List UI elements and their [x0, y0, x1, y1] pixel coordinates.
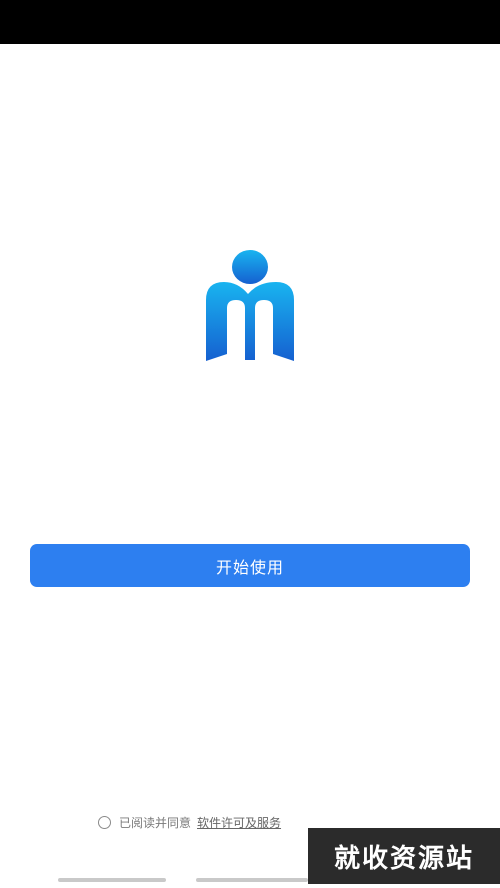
bottom-indicator-left	[58, 878, 166, 882]
app-logo-icon	[206, 250, 294, 361]
watermark: 就收资源站	[308, 828, 500, 884]
status-bar	[0, 0, 500, 44]
agreement-row: 已阅读并同意 软件许可及服务	[98, 812, 281, 832]
logo-body	[206, 282, 294, 361]
agreement-text: 已阅读并同意	[119, 815, 192, 830]
bottom-indicator-right	[196, 878, 308, 882]
logo-head	[232, 250, 268, 284]
agree-radio[interactable]	[98, 815, 111, 829]
start-using-button[interactable]: 开始使用	[30, 544, 470, 587]
license-link[interactable]: 软件许可及服务	[197, 814, 281, 831]
